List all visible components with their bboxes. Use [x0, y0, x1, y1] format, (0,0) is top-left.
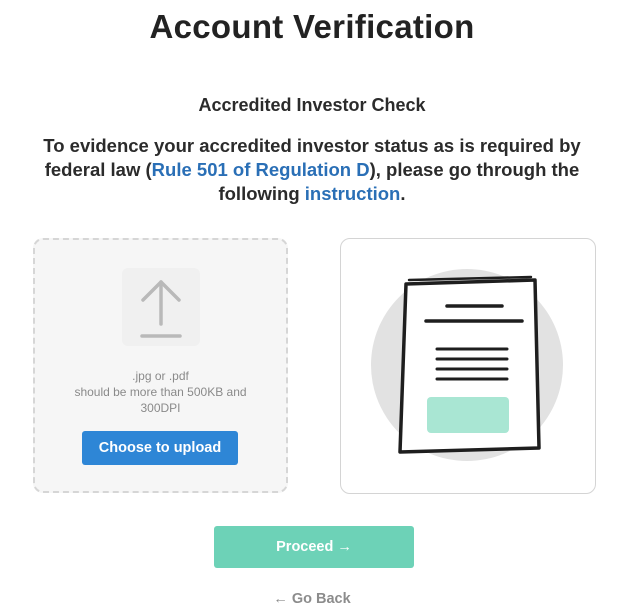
page-subtitle: Accredited Investor Check: [198, 95, 426, 115]
upload-arrow-icon: [122, 268, 200, 346]
upload-formats: .jpg or .pdf: [132, 369, 189, 383]
go-back-link[interactable]: ← Go Back: [0, 590, 624, 608]
upload-requirement-line1: should be more than 500KB and: [74, 385, 247, 399]
regulation-link[interactable]: Rule 501 of Regulation D: [152, 159, 370, 180]
upload-dropzone[interactable]: .jpg or .pdf should be more than 500KB a…: [33, 238, 288, 493]
verification-page: Account Verification Accredited Investor…: [0, 0, 624, 614]
proceed-button[interactable]: Proceed →: [214, 526, 414, 568]
document-illustration: [340, 238, 596, 494]
instructions-text-part3: .: [400, 183, 406, 204]
document-icon: [371, 269, 563, 461]
page-title: Account Verification: [149, 8, 475, 45]
choose-upload-button[interactable]: Choose to upload: [82, 431, 238, 465]
upload-requirements: .jpg or .pdf should be more than 500KB a…: [35, 368, 286, 416]
instruction-link[interactable]: instruction: [305, 183, 401, 204]
upload-requirement-line2: 300DPI: [140, 401, 181, 415]
instructions-text: To evidence your accredited investor sta…: [26, 134, 598, 206]
